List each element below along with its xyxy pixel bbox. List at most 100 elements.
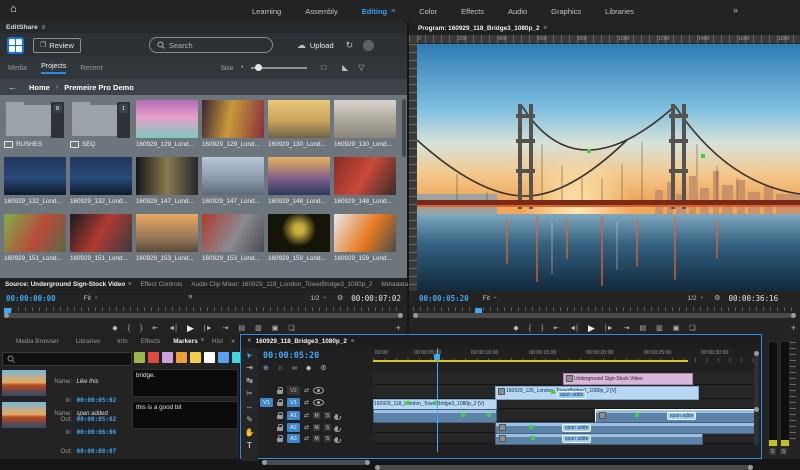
slip-tool[interactable]: ↔ [246,403,254,411]
workspace-tab-learning[interactable]: Learning [252,7,281,16]
panel-overflow-icon[interactable]: » [231,338,235,345]
extract-icon[interactable]: ▥ [656,325,663,332]
breadcrumb-home[interactable]: Home [29,83,50,92]
clip-handle-green[interactable] [587,149,591,153]
sync-lock-icon[interactable]: ⇄ [304,413,309,419]
mark-in-icon[interactable]: { [128,325,130,332]
tab-recent[interactable]: Recent [80,65,102,72]
step-forward-icon[interactable]: |► [605,325,614,332]
track-output-eye-icon[interactable] [313,399,324,406]
program-mini-ruler[interactable] [413,307,796,311]
solo-button[interactable]: S [324,435,331,442]
timeline-timecode[interactable]: 00:00:05:20 [263,351,319,361]
go-to-out-icon[interactable]: ⇥ [624,325,630,332]
play-icon[interactable]: ▶ [187,324,194,333]
voiceover-mic-icon[interactable] [335,437,338,442]
mark-out-icon[interactable]: } [541,325,543,332]
program-resolution-select[interactable]: 1/2 ⌄ [688,295,705,302]
grid-item[interactable]: 160929_153_Lond... [136,214,198,262]
panel-menu-icon[interactable]: ≡ [128,282,131,288]
button-editor-icon[interactable]: + [396,324,401,333]
track-name-v1[interactable]: V1 [287,398,300,407]
grid-item[interactable]: 160929_132_Lond... [70,157,132,205]
timeline-settings-wrench-icon[interactable]: ⚙ [320,365,326,372]
refresh-icon[interactable]: ↻ [346,41,354,50]
grid-item[interactable]: 160929_151_Lond... [4,214,66,262]
source-resolution-select[interactable]: 1/2 ⌄ [310,295,327,302]
source-zoom-select[interactable]: Fit ⌄ [84,295,99,302]
lock-icon[interactable] [277,390,283,394]
marker-color-swatch[interactable] [218,352,229,363]
grid-item[interactable]: 160929_129_Lond... [136,100,198,148]
upload-button[interactable]: ☁ Upload [297,41,334,50]
tab-media[interactable]: Media [8,65,27,72]
grid-view-icon[interactable]: □ [321,64,326,72]
step-back-icon[interactable]: ◄| [168,325,177,332]
voiceover-mic-icon[interactable] [335,414,338,419]
linked-selection-icon[interactable]: ∞ [292,365,297,372]
scroll-knob[interactable] [754,351,759,356]
grid-item[interactable]: 160929_132_Lond... [4,157,66,205]
nest-toggle-icon[interactable]: ⊕ [263,365,269,372]
tab-source[interactable]: Source: Underground Sign-Stock Video [5,281,125,288]
track-name-a3[interactable]: A3 [287,434,300,443]
sync-lock-icon[interactable]: ⇄ [304,425,309,431]
grid-item[interactable]: 160929_148_Lond... [334,157,396,205]
review-button[interactable]: ❐ Review [33,38,81,53]
insert-icon[interactable]: ▤ [239,325,246,332]
grid-item[interactable]: 160929_130_Lond... [334,100,396,148]
mute-button[interactable]: M [313,435,320,442]
marker-comment[interactable]: this is a good bit [132,401,238,429]
marker-color-swatch[interactable] [162,352,173,363]
sync-lock-icon[interactable]: ⇄ [304,436,309,442]
add-marker-icon[interactable]: ◆ [306,365,311,372]
track-name-a2[interactable]: A2 [287,423,300,432]
go-to-in-icon[interactable]: ⇤ [152,325,158,332]
grid-item[interactable]: 160929_148_Lond... [268,157,330,205]
clip-a3[interactable] [495,433,703,445]
scroll-knob[interactable] [754,407,759,412]
track-select-tool[interactable]: ⇥ [246,364,253,372]
close-icon[interactable]: ✕ [247,339,252,345]
solo-button[interactable]: S [324,424,331,431]
marker-color-swatch[interactable] [190,352,201,363]
workspace-overflow-icon[interactable]: » [733,6,738,15]
voiceover-mic-icon[interactable] [335,426,338,431]
back-arrow-icon[interactable]: ← [8,83,17,92]
editshare-logo-icon[interactable] [7,37,24,54]
tab-effect-controls[interactable]: Effect Controls [140,281,182,288]
workspace-tab-audio[interactable]: Audio [508,7,527,16]
timeline-zoom-scrollbar[interactable] [375,465,753,470]
settings-menu-icon[interactable]: ≡ [189,295,193,302]
tab-info[interactable]: Info [117,338,128,345]
mark-in-icon[interactable]: { [529,325,531,332]
button-editor-icon[interactable]: + [791,324,796,333]
solo-button[interactable]: S [324,412,331,419]
marker-color-swatch[interactable] [148,352,159,363]
editshare-panel-tab[interactable]: EditShare ≡ [0,22,407,33]
scroll-knob[interactable] [791,313,796,318]
snap-magnet-icon[interactable]: ∩ [278,365,283,372]
tab-audio-clip-mixer[interactable]: Audio Clip Mixer: 160929_118_London_Towe… [191,281,372,288]
go-to-in-icon[interactable]: ⇤ [553,325,559,332]
grid-item[interactable]: 160929_147_Lond... [136,157,198,205]
workspace-menu-icon[interactable]: ≡ [391,8,395,15]
workspace-tab-editing[interactable]: Editing [362,7,387,16]
sync-lock-icon[interactable]: ⇄ [304,388,309,394]
scroll-knob[interactable] [413,313,418,318]
overwrite-icon[interactable]: ▥ [255,325,262,332]
lock-icon[interactable] [277,415,283,419]
program-zoom-select[interactable]: Fit ⌄ [483,295,498,302]
marker-color-swatch[interactable] [176,352,187,363]
lift-icon[interactable]: ▤ [640,325,647,332]
timeline-vscrollbar[interactable] [754,351,759,445]
tab-markers[interactable]: Markers [173,338,198,345]
track-output-eye-icon[interactable] [313,387,324,394]
search-input[interactable]: Search [149,37,273,53]
lock-icon[interactable] [277,427,283,431]
grid-item[interactable]: 160929_153_Lond... [202,214,264,262]
scroll-knob[interactable] [262,460,267,465]
marker-list-item[interactable]: Name: Like this In: 00:00:05:02 Out: 00:… [0,368,239,400]
marker-search-input[interactable] [2,352,132,366]
grid-item[interactable]: 160929_129_Lond... [202,100,264,148]
